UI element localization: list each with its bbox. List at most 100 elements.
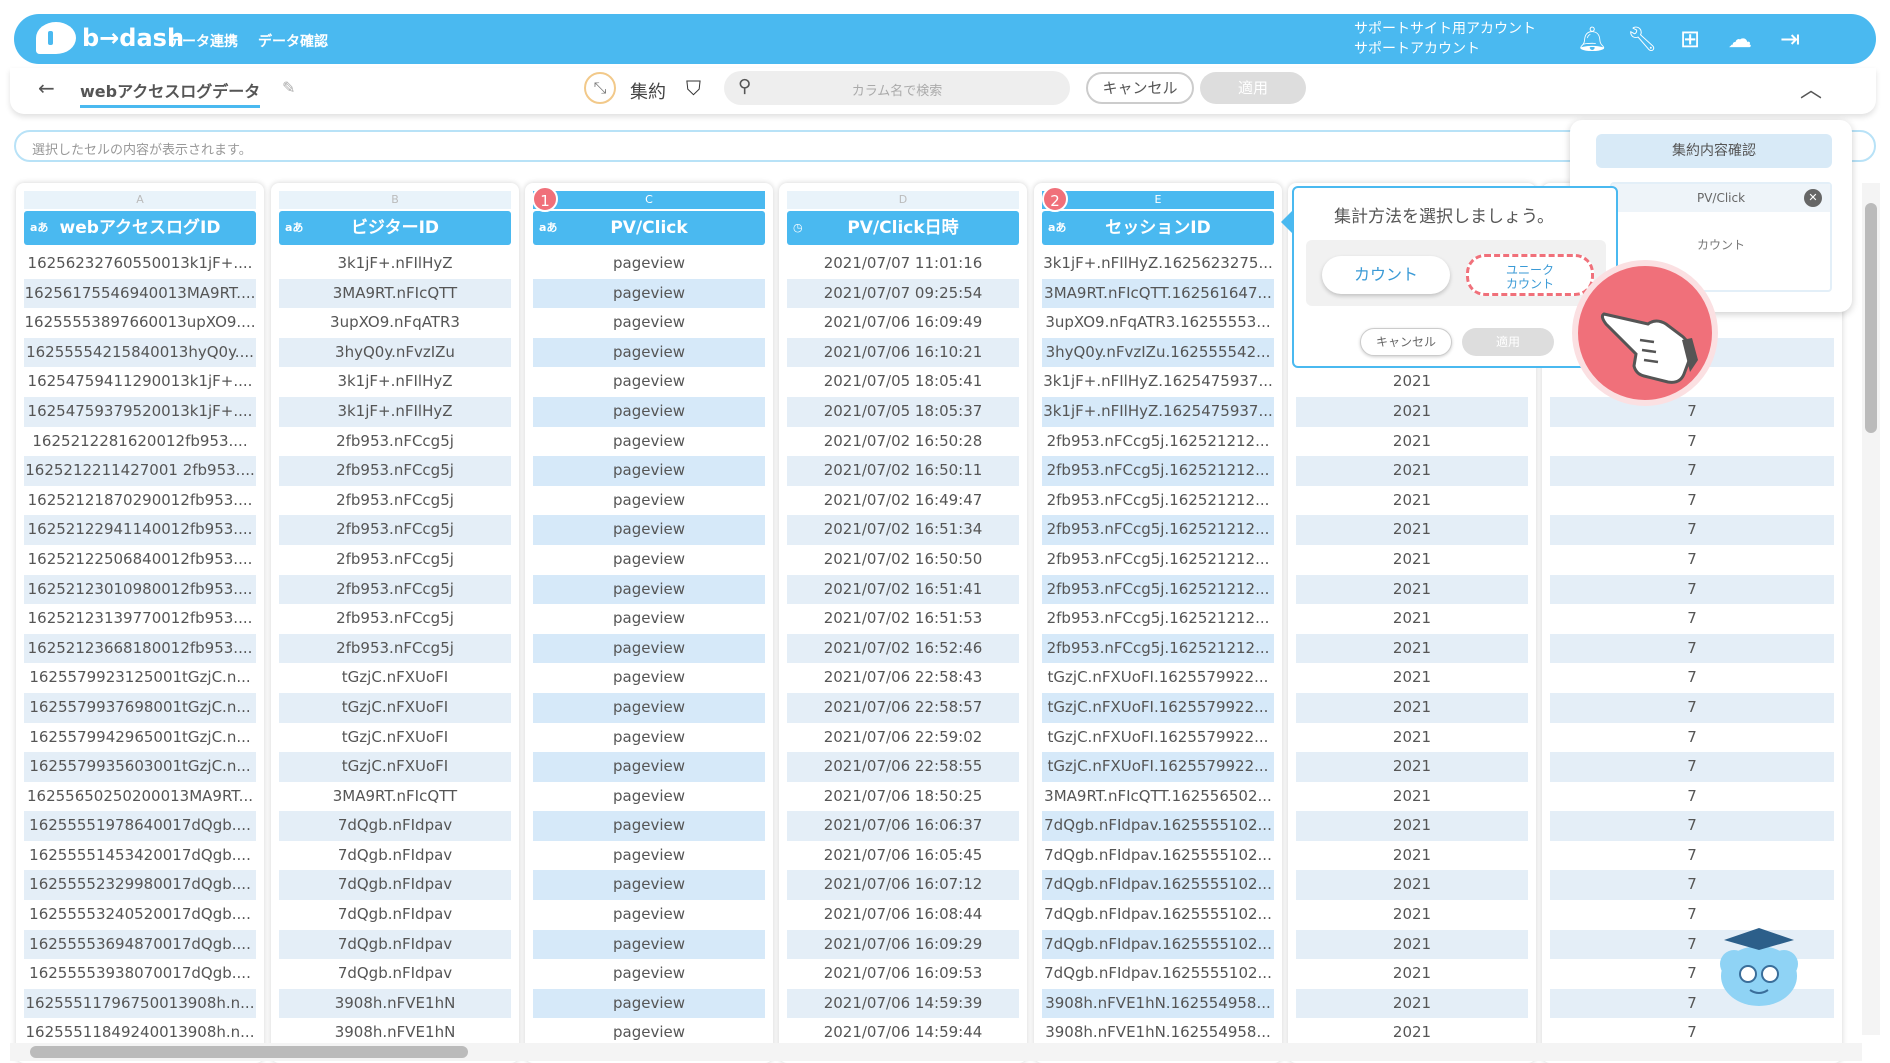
table-cell[interactable]: 2fb953.nFCcg5j xyxy=(279,427,511,457)
table-cell[interactable]: 2fb953.nFCcg5j.162521212... xyxy=(1042,515,1274,545)
table-cell[interactable]: 1625579923125001tGzjC.n... xyxy=(24,663,256,693)
table-cell[interactable]: 3upXO9.nFqATR3 xyxy=(279,308,511,338)
table-cell[interactable]: 2fb953.nFCcg5j xyxy=(279,574,511,605)
table-cell[interactable]: 3k1jF+.nFIlHyZ xyxy=(279,396,511,427)
table-cell[interactable]: 3MA9RT.nFIcQTT.162556502... xyxy=(1042,782,1274,812)
table-cell[interactable]: pageview xyxy=(533,308,765,338)
bell-icon[interactable]: 🔔︎ xyxy=(1576,23,1608,55)
table-cell[interactable]: pageview xyxy=(533,929,765,960)
table-cell[interactable]: 2021/07/02 16:49:47 xyxy=(787,486,1019,516)
table-cell[interactable]: pageview xyxy=(533,841,765,871)
table-cell[interactable]: 2021 xyxy=(1296,604,1528,634)
table-cell[interactable]: 2021/07/06 16:06:37 xyxy=(787,811,1019,841)
table-cell[interactable]: 16255551978640017dQgb.... xyxy=(24,811,256,841)
logout-icon[interactable]: ⇥ xyxy=(1774,23,1806,55)
vertical-scrollbar[interactable] xyxy=(1862,183,1880,1035)
column-card[interactable]: Eaあ セッションID 3k1jF+.nFIlHyZ.1625623275... 3M… xyxy=(1034,183,1282,1063)
table-cell[interactable]: tGzjC.nFXUoFI xyxy=(279,663,511,693)
table-cell[interactable]: 2021/07/07 09:25:54 xyxy=(787,278,1019,309)
table-cell[interactable]: 16254759379520013k1jF+.... xyxy=(24,396,256,427)
table-cell[interactable]: 16255553240520017dQgb.... xyxy=(24,900,256,930)
table-cell[interactable]: 2fb953.nFCcg5j.162521212... xyxy=(1042,604,1274,634)
table-cell[interactable]: 2fb953.nFCcg5j xyxy=(279,545,511,575)
table-cell[interactable]: 2021/07/02 16:51:34 xyxy=(787,515,1019,545)
back-arrow-icon[interactable]: ← xyxy=(38,76,55,100)
table-cell[interactable]: 7dQgb.nFIdpav xyxy=(279,929,511,960)
column-header[interactable]: aあ webアクセスログID xyxy=(24,211,256,245)
table-cell[interactable]: tGzjC.nFXUoFI.1625579922... xyxy=(1042,723,1274,753)
vertical-scroll-thumb[interactable] xyxy=(1865,203,1877,433)
table-cell[interactable]: 2021/07/05 18:05:41 xyxy=(787,367,1019,397)
table-cell[interactable]: 2021/07/06 14:59:39 xyxy=(787,988,1019,1019)
table-cell[interactable]: 7dQgb.nFIdpav.1625555102... xyxy=(1042,811,1274,841)
table-cell[interactable]: 7dQgb.nFIdpav xyxy=(279,959,511,989)
table-cell[interactable]: 2021 xyxy=(1296,782,1528,812)
table-cell[interactable]: 2fb953.nFCcg5j.162521212... xyxy=(1042,427,1274,457)
unique-count-option-button[interactable]: ユニーク カウント xyxy=(1466,254,1594,296)
column-header[interactable]: ◷ PV/Click日時 xyxy=(787,211,1019,245)
table-cell[interactable]: 16252123668180012fb953.... xyxy=(24,633,256,664)
table-cell[interactable]: 2021/07/06 22:58:57 xyxy=(787,692,1019,723)
table-cell[interactable]: 2021 xyxy=(1296,427,1528,457)
table-cell[interactable]: pageview xyxy=(533,249,765,279)
aggregate-mode-icon[interactable]: ⤡ xyxy=(584,72,616,104)
table-cell[interactable]: pageview xyxy=(533,723,765,753)
table-cell[interactable]: 2021 xyxy=(1296,723,1528,753)
table-cell[interactable]: 16254759411290013k1jF+.... xyxy=(24,367,256,397)
table-cell[interactable]: 2021/07/06 16:05:45 xyxy=(787,841,1019,871)
table-cell[interactable]: 2021/07/06 16:09:29 xyxy=(787,929,1019,960)
table-cell[interactable]: 7dQgb.nFIdpav.1625555102... xyxy=(1042,841,1274,871)
table-cell[interactable]: 7dQgb.nFIdpav xyxy=(279,841,511,871)
column-search-input[interactable]: ⚲ カラム名で検索 xyxy=(724,71,1070,105)
table-cell[interactable]: pageview xyxy=(533,692,765,723)
table-cell[interactable]: 3k1jF+.nFIlHyZ xyxy=(279,249,511,279)
table-cell[interactable]: 2021/07/05 18:05:37 xyxy=(787,396,1019,427)
table-cell[interactable]: 16255552329980017dQgb.... xyxy=(24,870,256,901)
horizontal-scrollbar[interactable] xyxy=(10,1043,1862,1061)
table-cell[interactable]: pageview xyxy=(533,663,765,693)
table-cell[interactable]: 1625579942965001tGzjC.n... xyxy=(24,723,256,753)
table-cell[interactable]: pageview xyxy=(533,574,765,605)
table-cell[interactable]: 7 xyxy=(1550,574,1834,605)
column-letter[interactable]: D xyxy=(787,191,1019,209)
table-cell[interactable]: 2021 xyxy=(1296,486,1528,516)
table-cell[interactable]: pageview xyxy=(533,456,765,486)
grid-apps-icon[interactable]: ⊞ xyxy=(1674,23,1706,55)
table-cell[interactable]: 2021/07/06 16:07:12 xyxy=(787,870,1019,901)
table-cell[interactable]: 16255553897660013upXO9.... xyxy=(24,308,256,338)
table-cell[interactable]: 2fb953.nFCcg5j.162521212... xyxy=(1042,456,1274,486)
account-info[interactable]: サポートサイト用アカウント サポートアカウント xyxy=(1354,19,1536,59)
table-cell[interactable]: pageview xyxy=(533,959,765,989)
table-cell[interactable]: 16256175546940013MA9RT.... xyxy=(24,278,256,309)
popup-cancel-button[interactable]: キャンセル xyxy=(1360,328,1452,356)
table-cell[interactable]: 2021 xyxy=(1296,870,1528,901)
table-cell[interactable]: 3hyQ0y.nFvzIZu xyxy=(279,337,511,368)
table-cell[interactable]: 2021 xyxy=(1296,752,1528,782)
table-cell[interactable]: 2fb953.nFCcg5j xyxy=(279,515,511,545)
table-cell[interactable]: 16255650250200013MA9RT... xyxy=(24,782,256,812)
table-cell[interactable]: 16255553694870017dQgb.... xyxy=(24,929,256,960)
table-cell[interactable]: 7 xyxy=(1550,545,1834,575)
table-cell[interactable]: 16255554215840013hyQ0y.... xyxy=(24,337,256,368)
apply-button[interactable]: 適用 xyxy=(1200,72,1306,104)
table-cell[interactable]: 2fb953.nFCcg5j.162521212... xyxy=(1042,545,1274,575)
table-cell[interactable]: 2021 xyxy=(1296,841,1528,871)
column-card[interactable]: Baあ ビジターID 3k1jF+.nFIlHyZ 3MA9RT.nFIcQTT 3up… xyxy=(271,183,519,1063)
table-cell[interactable]: 3908h.nFVE1hN.162554958... xyxy=(1042,988,1274,1019)
table-cell[interactable]: 7dQgb.nFIdpav xyxy=(279,870,511,901)
table-cell[interactable]: 7dQgb.nFIdpav.1625555102... xyxy=(1042,929,1274,960)
table-cell[interactable]: 2021 xyxy=(1296,545,1528,575)
mascot-character-icon[interactable] xyxy=(1714,924,1804,1014)
table-cell[interactable]: 2021/07/02 16:52:46 xyxy=(787,633,1019,664)
table-cell[interactable]: 3k1jF+.nFIlHyZ.1625475937... xyxy=(1042,367,1274,397)
table-cell[interactable]: 2021/07/06 16:08:44 xyxy=(787,900,1019,930)
table-cell[interactable]: 2021 xyxy=(1296,574,1528,605)
column-card[interactable]: D ◷ PV/Click日時 2021/07/07 11:01:16 2021/07/0… xyxy=(779,183,1027,1063)
table-cell[interactable]: 7 xyxy=(1550,396,1834,427)
table-cell[interactable]: 2021/07/02 16:51:41 xyxy=(787,574,1019,605)
table-cell[interactable]: 2021 xyxy=(1296,396,1528,427)
table-cell[interactable]: 1625579937698001tGzjC.n... xyxy=(24,692,256,723)
table-cell[interactable]: 7 xyxy=(1550,692,1834,723)
table-cell[interactable]: 7 xyxy=(1550,841,1834,871)
table-cell[interactable]: pageview xyxy=(533,811,765,841)
